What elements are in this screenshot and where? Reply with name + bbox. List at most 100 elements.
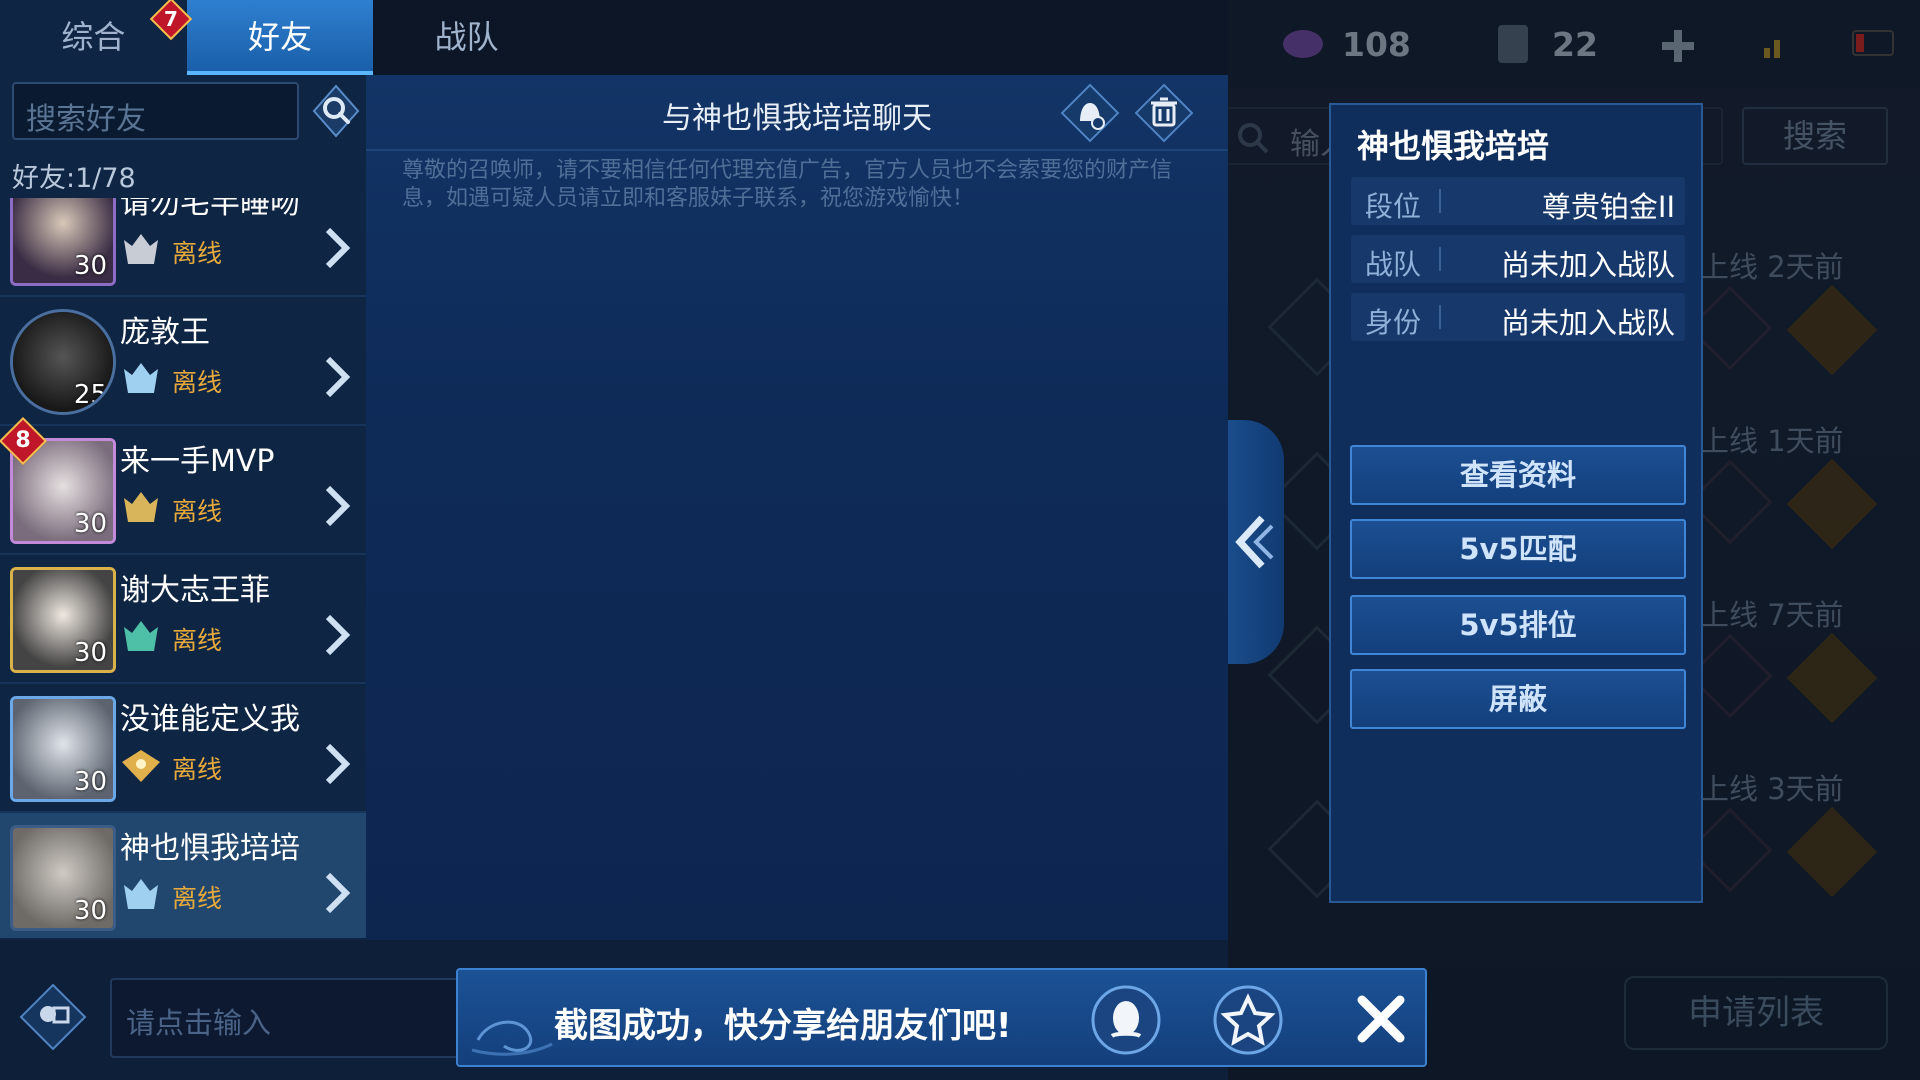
profile-info-row: 段位 尊贵铂金II <box>1351 177 1685 225</box>
coin-icon <box>1786 284 1878 376</box>
level: 30 <box>73 896 107 926</box>
badge-count: 7 <box>164 7 178 31</box>
last-online-text: 上线 1天前 <box>1700 424 1844 458</box>
trash-icon[interactable] <box>1134 83 1194 143</box>
friend-name: 请勿宅半睡吻 <box>120 198 300 221</box>
friend-count: 好友:1/78 <box>12 163 136 194</box>
coin-icon <box>1786 806 1878 898</box>
chevron-right-icon[interactable] <box>322 355 352 399</box>
info-key: 身份 <box>1365 306 1422 339</box>
level: 30 <box>73 767 107 797</box>
plus-icon[interactable] <box>1658 26 1698 66</box>
status: 离线 <box>172 626 223 655</box>
card-count: 22 <box>1552 24 1598 64</box>
divider <box>1439 305 1441 329</box>
ranked-5v5-button[interactable]: 5v5排位 <box>1350 595 1686 655</box>
apply-list-button: 申请列表 <box>1624 976 1888 1050</box>
status: 离线 <box>172 755 223 784</box>
status: 离线 <box>172 239 223 268</box>
rank-icon <box>124 492 158 522</box>
friend-profile-card: 神也惧我培培 段位 尊贵铂金II 战队 尚未加入战队 身份 尚未加入战队 查看资… <box>1329 103 1703 903</box>
friend-search-input[interactable]: 搜索好友 <box>12 82 299 140</box>
qq-share-icon[interactable] <box>1090 984 1162 1056</box>
chat-notice: 尊敬的召唤师，请不要相信任何代理充值广告，官方人员也不会索要您的财产信息，如遇可… <box>402 158 1173 211</box>
profile-info-row: 战队 尚未加入战队 <box>1351 235 1685 283</box>
swirl-decoration-icon <box>471 1020 553 1056</box>
rank-icon <box>124 234 158 264</box>
rank-icon <box>122 750 160 782</box>
divider <box>1439 189 1441 213</box>
last-online-text: 上线 2天前 <box>1700 250 1844 284</box>
friend-name: 庞敦王 <box>120 315 210 350</box>
qzone-share-icon[interactable] <box>1212 984 1284 1056</box>
screenshot-share-toast: 截图成功，快分享给朋友们吧! <box>456 968 1427 1067</box>
signal-icon <box>1764 40 1780 58</box>
friend-row[interactable]: 30 来一手MVP 离线 <box>0 426 366 555</box>
friend-row[interactable]: 30 请勿宅半睡吻 离线 <box>0 198 366 297</box>
friend-row[interactable]: 25 庞敦王 离线 <box>0 297 366 426</box>
avatar: 25 <box>10 309 116 415</box>
info-key: 战队 <box>1365 248 1422 281</box>
level: 30 <box>73 638 107 668</box>
badge-count: 8 <box>15 428 31 453</box>
card-resource: 22 <box>1490 18 1598 70</box>
gem-icon <box>1283 30 1323 58</box>
background-search-button: 搜索 <box>1742 107 1888 165</box>
friend-list: 30 请勿宅半睡吻 离线 25 庞敦王 离线 30 来一手MVP 离线 30 谢… <box>0 198 366 938</box>
collapse-panel-button[interactable] <box>1228 420 1284 664</box>
tab-friends[interactable]: 好友 <box>186 0 374 75</box>
last-online-text: 上线 7天前 <box>1700 598 1844 632</box>
rank-icon <box>124 621 158 651</box>
profile-info-row: 身份 尚未加入战队 <box>1351 293 1685 341</box>
chevron-left-icon <box>1235 515 1274 569</box>
info-key: 段位 <box>1365 190 1422 223</box>
battery-icon <box>1852 30 1894 56</box>
gem-count: 108 <box>1342 24 1411 64</box>
coin-icon <box>1786 458 1878 550</box>
close-icon[interactable] <box>1348 986 1414 1052</box>
search-icon[interactable] <box>312 84 360 138</box>
card-icon <box>1498 25 1528 63</box>
info-value: 尚未加入战队 <box>1500 306 1675 340</box>
level: 30 <box>73 509 107 539</box>
chevron-right-icon[interactable] <box>322 613 352 657</box>
coin-icon <box>1786 632 1878 724</box>
friend-row[interactable]: 30 没谁能定义我 离线 <box>0 684 366 813</box>
chevron-right-icon[interactable] <box>322 742 352 786</box>
block-button[interactable]: 屏蔽 <box>1350 669 1686 729</box>
friend-name: 谢大志王菲 <box>120 573 270 608</box>
chevron-right-icon[interactable] <box>322 871 352 915</box>
rank-icon <box>124 879 158 909</box>
search-placeholder: 搜索好友 <box>26 102 146 137</box>
view-profile-button[interactable]: 查看资料 <box>1350 445 1686 505</box>
tab-bar: 综合 好友 战队 <box>0 0 560 75</box>
friend-row-selected[interactable]: 30 神也惧我培培 离线 <box>0 813 366 938</box>
avatar: 30 <box>10 825 116 931</box>
tab-team[interactable]: 战队 <box>373 0 560 75</box>
info-value: 尊贵铂金II <box>1541 190 1675 224</box>
gem-resource: 108 <box>1280 18 1411 70</box>
avatar: 30 <box>10 198 116 286</box>
friend-row[interactable]: 30 谢大志王菲 离线 <box>0 555 366 684</box>
level: 30 <box>73 251 107 281</box>
chevron-right-icon[interactable] <box>322 484 352 528</box>
profile-name: 神也惧我培培 <box>1357 127 1550 165</box>
friend-name: 来一手MVP <box>120 444 275 479</box>
rank-icon <box>124 363 158 393</box>
level: 25 <box>73 380 107 410</box>
avatar: 30 <box>10 567 116 673</box>
status: 离线 <box>172 884 223 913</box>
friend-name: 神也惧我培培 <box>120 831 300 866</box>
status: 离线 <box>172 497 223 526</box>
last-online-text: 上线 3天前 <box>1700 772 1844 806</box>
toast-message: 截图成功，快分享给朋友们吧! <box>554 1006 1012 1046</box>
status: 离线 <box>172 368 223 397</box>
voice-text-toggle-icon[interactable] <box>18 982 88 1052</box>
divider <box>1439 247 1441 271</box>
chat-header: 与神也惧我培培聊天 <box>366 75 1228 151</box>
search-icon <box>1238 123 1269 154</box>
chevron-right-icon[interactable] <box>322 226 352 270</box>
mute-notification-icon[interactable] <box>1060 83 1120 143</box>
chat-panel: 与神也惧我培培聊天 尊敬的召唤师，请不要相信任何代理充值广告，官方人员也不会索要… <box>366 75 1228 940</box>
match-5v5-button[interactable]: 5v5匹配 <box>1350 519 1686 579</box>
